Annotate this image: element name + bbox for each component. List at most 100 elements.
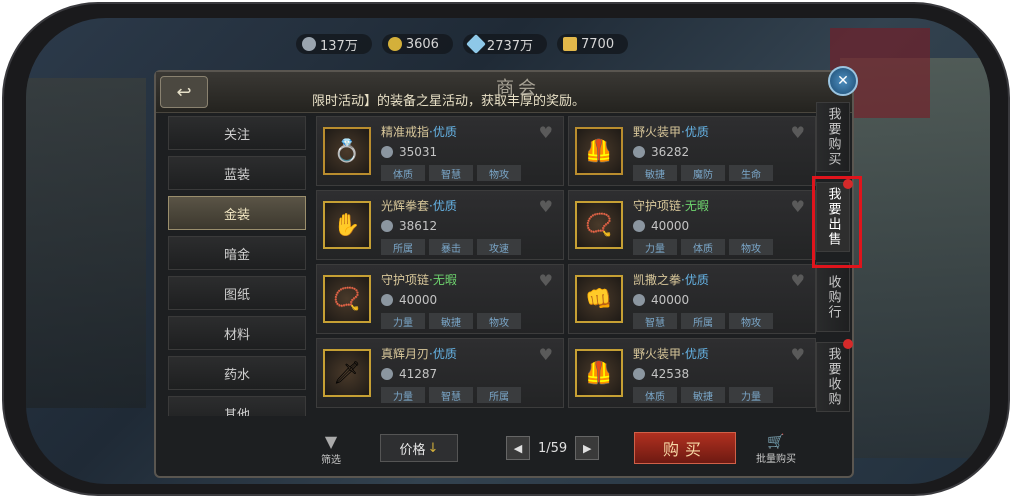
- resource-gold-bar: 7700: [557, 34, 629, 54]
- item-tag: 魔防: [681, 165, 725, 181]
- item-card[interactable]: 💍 精准戒指·优质 35031 ♥ 体质 智慧 物攻: [316, 116, 564, 186]
- item-tag: 体质: [681, 239, 725, 255]
- favorite-heart-icon[interactable]: ♥: [791, 345, 805, 364]
- gold-bar-icon: [563, 37, 578, 51]
- favorite-heart-icon[interactable]: ♥: [539, 271, 553, 290]
- buy-button[interactable]: 购买: [634, 432, 736, 464]
- item-card[interactable]: 📿 守护项链·无暇 40000 ♥ 力量 敏捷 物攻: [316, 264, 564, 334]
- back-button[interactable]: ↩: [160, 76, 208, 108]
- close-icon: ✕: [837, 73, 849, 89]
- arrow-left-icon: ◀: [513, 441, 523, 455]
- favorite-heart-icon[interactable]: ♥: [791, 197, 805, 216]
- item-tags: 敏捷 魔防 生命: [633, 165, 773, 181]
- item-tag: 力量: [729, 387, 773, 403]
- close-button[interactable]: ✕: [828, 66, 858, 96]
- funnel-icon: ▼: [324, 432, 338, 451]
- silver-coin-icon: [381, 294, 393, 306]
- bulk-buy-button[interactable]: 🛒 批量购买: [756, 434, 796, 465]
- favorite-heart-icon[interactable]: ♥: [539, 123, 553, 142]
- background-structure-left: [26, 78, 146, 408]
- item-tag: 体质: [381, 165, 425, 181]
- favorite-heart-icon[interactable]: ♥: [791, 123, 805, 142]
- favorite-heart-icon[interactable]: ♥: [539, 345, 553, 364]
- tab-acquisition-house[interactable]: 收购行: [816, 262, 850, 332]
- item-name: 守护项链·无暇: [381, 273, 457, 287]
- item-card[interactable]: 🦺 野火装甲·优质 42538 ♥ 体质 敏捷 力量: [568, 338, 816, 408]
- pagination: ◀ 1/59 ▶: [506, 436, 600, 460]
- item-card[interactable]: ✋ 光辉拳套·优质 38612 ♥ 所属 暴击 攻速: [316, 190, 564, 260]
- category-other[interactable]: 其他: [168, 396, 306, 416]
- item-tags: 体质 敏捷 力量: [633, 387, 773, 403]
- item-quality: ·优质: [681, 273, 709, 287]
- item-price: 40000: [633, 293, 689, 307]
- favorite-heart-icon[interactable]: ♥: [539, 197, 553, 216]
- arrow-right-icon: ▶: [582, 441, 592, 455]
- item-tag: 力量: [381, 313, 425, 329]
- blade-icon: 🗡: [323, 349, 371, 397]
- favorite-heart-icon[interactable]: ♥: [791, 271, 805, 290]
- filter-label: 筛选: [321, 455, 341, 466]
- necklace-icon: 📿: [323, 275, 371, 323]
- item-quality: ·无暇: [681, 199, 709, 213]
- item-tags: 所属 暴击 攻速: [381, 239, 521, 255]
- item-name: 光辉拳套·优质: [381, 199, 457, 213]
- item-tags: 力量 体质 物攻: [633, 239, 773, 255]
- item-tags: 力量 敏捷 物攻: [381, 313, 521, 329]
- item-tag: 生命: [729, 165, 773, 181]
- item-price: 36282: [633, 145, 689, 159]
- item-quality: ·无暇: [429, 273, 457, 287]
- item-card[interactable]: 👊 凯撒之拳·优质 40000 ♥ 智慧 所属 物攻: [568, 264, 816, 334]
- sort-by-price-button[interactable]: 价格 ↓: [380, 434, 458, 462]
- resource-value: 2737万: [486, 38, 534, 54]
- item-name: 真辉月刃·优质: [381, 347, 457, 361]
- item-tag: 体质: [633, 387, 677, 403]
- silver-coin-icon: [302, 37, 316, 51]
- tab-buy[interactable]: 我要购买: [816, 102, 850, 172]
- category-dark-gold[interactable]: 暗金: [168, 236, 306, 270]
- item-card[interactable]: 📿 守护项链·无暇 40000 ♥ 力量 体质 物攻: [568, 190, 816, 260]
- item-tag: 智慧: [429, 387, 473, 403]
- item-name: 精准戒指·优质: [381, 125, 457, 139]
- category-follow[interactable]: 关注: [168, 116, 306, 150]
- item-tag: 所属: [381, 239, 425, 255]
- category-list: 关注 蓝装 金装 暗金 图纸 材料 药水 其他: [168, 116, 308, 416]
- ring-icon: 💍: [323, 127, 371, 175]
- item-card[interactable]: 🗡 真辉月刃·优质 41287 ♥ 力量 智慧 所属: [316, 338, 564, 408]
- next-page-button[interactable]: ▶: [575, 436, 600, 460]
- panel-footer: ▼ 筛选 价格 ↓ ◀ 1/59 ▶ 购买 🛒 批量购买: [316, 430, 836, 470]
- item-tag: 攻速: [477, 239, 521, 255]
- filter-button[interactable]: ▼ 筛选: [316, 432, 346, 466]
- item-tag: 物攻: [729, 239, 773, 255]
- resource-bar: 137万 3606 2737万 7700: [296, 34, 629, 56]
- tab-acquire[interactable]: 我要收购: [816, 339, 853, 412]
- item-tag: 暴击: [429, 239, 473, 255]
- item-quality: ·优质: [681, 125, 709, 139]
- prev-page-button[interactable]: ◀: [506, 436, 530, 460]
- game-screen: 137万 3606 2737万 7700 ↩ 商会 限时活动】的装备之星活动，获…: [26, 18, 990, 484]
- item-quality: ·优质: [429, 125, 457, 139]
- item-name: 野火装甲·优质: [633, 347, 709, 361]
- item-tag: 力量: [381, 387, 425, 403]
- armor-icon: 🦺: [575, 349, 623, 397]
- category-potion[interactable]: 药水: [168, 356, 306, 390]
- item-tag: 物攻: [477, 313, 521, 329]
- silver-coin-icon: [633, 146, 645, 158]
- item-tag: 敏捷: [429, 313, 473, 329]
- resource-value: 3606: [405, 36, 439, 52]
- item-card[interactable]: 🦺 野火装甲·优质 36282 ♥ 敏捷 魔防 生命: [568, 116, 816, 186]
- fist-icon: 👊: [575, 275, 623, 323]
- resource-crystal: 2737万: [462, 34, 548, 54]
- trade-panel: ↩ 商会 限时活动】的装备之星活动，获取丰厚的奖励。 ✕ 关注 蓝装 金装 暗金…: [154, 66, 858, 478]
- category-material[interactable]: 材料: [168, 316, 306, 350]
- item-price: 41287: [381, 367, 437, 381]
- category-gold[interactable]: 金装: [168, 196, 306, 230]
- event-marquee: 限时活动】的装备之星活动，获取丰厚的奖励。: [312, 94, 586, 109]
- item-price: 38612: [381, 219, 437, 233]
- silver-coin-icon: [381, 146, 393, 158]
- resource-gold: 3606: [381, 34, 453, 54]
- gold-coin-icon: [387, 37, 402, 51]
- panel-header: ↩ 商会 限时活动】的装备之星活动，获取丰厚的奖励。 ✕: [156, 66, 858, 113]
- category-blueprint[interactable]: 图纸: [168, 276, 306, 310]
- sort-arrow-icon: ↓: [427, 440, 439, 456]
- category-blue[interactable]: 蓝装: [168, 156, 306, 190]
